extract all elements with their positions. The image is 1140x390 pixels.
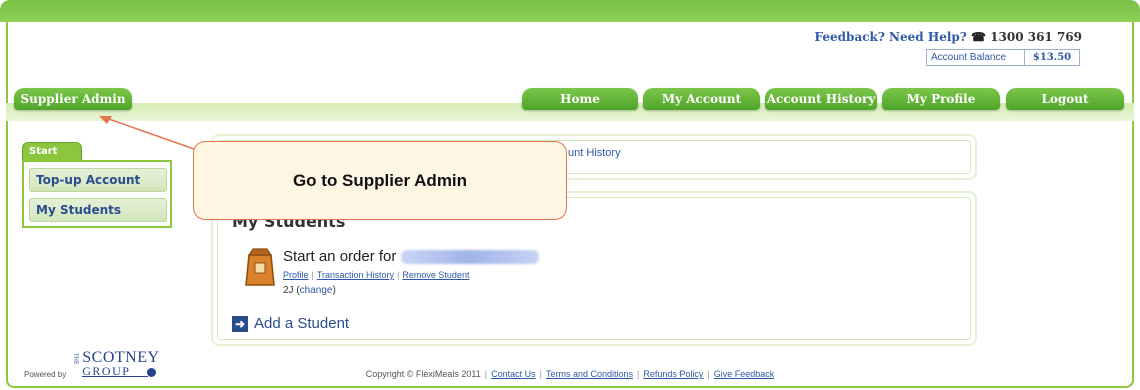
account-history-link[interactable]: unt History <box>568 147 621 159</box>
contact-us-link[interactable]: Contact Us <box>491 369 536 379</box>
remove-student-link[interactable]: Remove Student <box>402 270 469 280</box>
start-order-line: Start an order for <box>283 248 539 265</box>
add-student-button[interactable]: ➜ Add a Student <box>232 315 349 332</box>
tab-my-profile[interactable]: My Profile <box>882 88 1000 110</box>
account-balance-box: Account Balance $13.50 <box>926 49 1080 66</box>
give-feedback-link[interactable]: Give Feedback <box>714 369 775 379</box>
tab-home[interactable]: Home <box>522 88 638 110</box>
student-links: Profile | Transaction History | Remove Stude… <box>283 270 470 280</box>
tab-my-account[interactable]: My Account <box>643 88 760 110</box>
footer: Copyright © FlexiMeals 2011 | Contact Us | T… <box>365 369 775 379</box>
change-class-link[interactable]: change <box>300 285 333 296</box>
sidebar-item-my-students[interactable]: My Students <box>29 198 167 222</box>
tab-account-history[interactable]: Account History <box>765 88 877 110</box>
arrow-right-icon: ➜ <box>232 315 248 332</box>
sidebar-menu: Top-up Account My Students <box>22 160 172 228</box>
tab-logout[interactable]: Logout <box>1006 88 1124 110</box>
sidebar-item-top-up-account[interactable]: Top-up Account <box>29 168 167 192</box>
profile-link[interactable]: Profile <box>283 270 309 280</box>
class-code: 2J <box>283 285 294 296</box>
add-student-label: Add a Student <box>254 315 350 332</box>
top-green-bar <box>0 0 1140 22</box>
student-name-blurred[interactable] <box>400 250 539 265</box>
transaction-history-link[interactable]: Transaction History <box>317 270 394 280</box>
account-balance-label: Account Balance <box>927 50 1025 65</box>
terms-link[interactable]: Terms and Conditions <box>546 369 633 379</box>
account-balance-value: $13.50 <box>1032 52 1072 63</box>
order-prefix: Start an order for <box>283 248 397 265</box>
help-line: Feedback? Need Help? ☎ 1300 361 769 <box>815 30 1082 44</box>
refunds-policy-link[interactable]: Refunds Policy <box>643 369 703 379</box>
lunch-bag-icon <box>245 248 275 286</box>
student-class: 2J (change) <box>283 285 336 296</box>
phone-number: 1300 361 769 <box>990 30 1082 44</box>
tab-supplier-admin[interactable]: Supplier Admin <box>14 88 132 110</box>
copyright-text: Copyright © FlexiMeals 2011 <box>365 369 481 379</box>
feedback-help-link[interactable]: Feedback? Need Help? <box>815 30 967 44</box>
telephone-icon: ☎ <box>971 30 986 44</box>
callout-go-to-supplier-admin: Go to Supplier Admin <box>193 141 567 220</box>
sidebar-tab-start[interactable]: Start <box>22 142 82 162</box>
sidebar: Start Top-up Account My Students <box>22 142 172 228</box>
